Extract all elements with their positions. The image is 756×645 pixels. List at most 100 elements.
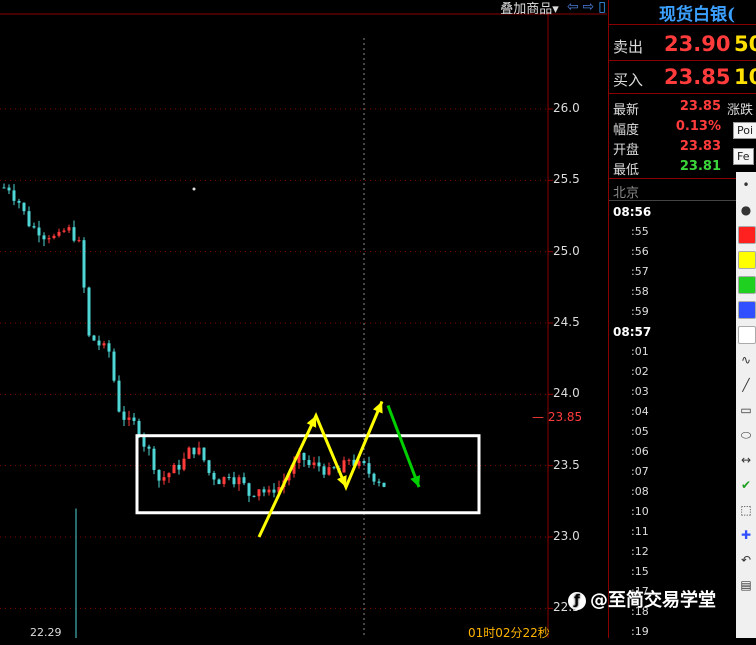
chart-canvas[interactable]: [0, 0, 607, 638]
tick-time: :10: [631, 505, 649, 518]
tick-time: :03: [631, 385, 649, 398]
buy-volume: 10: [734, 65, 756, 89]
x-axis-start-label: 22.29: [30, 626, 62, 639]
sell-row[interactable]: 卖出 23.90 50: [609, 30, 756, 60]
candle-body: [217, 479, 221, 485]
overlay-label: 叠加商品: [500, 1, 553, 17]
panel-toggle-icon[interactable]: ▯: [598, 0, 606, 15]
tick-time: :07: [631, 465, 649, 478]
y-tick-label: 25.0: [553, 243, 580, 258]
current-price-marker: — 23.85: [532, 410, 583, 424]
candle-body: [382, 482, 386, 487]
current-price-value: 23.85: [547, 410, 583, 424]
candle-body: [67, 227, 71, 231]
candle-body: [152, 448, 156, 470]
tick-time: :01: [631, 345, 649, 358]
watermark-logo-icon: ƒ: [568, 592, 586, 610]
stat-label: 最低: [613, 163, 640, 178]
candle-body: [342, 460, 346, 473]
stat-value: 23.83: [679, 139, 721, 154]
candle-body: [157, 469, 161, 481]
tick-time: :55: [631, 225, 649, 238]
overlay-dropdown[interactable]: 叠加商品▾: [496, 0, 563, 17]
candle-body: [377, 481, 381, 483]
tick-time: :08: [631, 485, 649, 498]
tick-row: :03: [631, 385, 751, 405]
tick-time: :11: [631, 525, 649, 538]
stat-row: 最新 23.85 涨跌: [609, 97, 756, 118]
tick-row: :59: [631, 305, 751, 325]
arrow-left-icon[interactable]: ⇦: [567, 0, 579, 15]
sell-label: 卖出: [613, 38, 644, 56]
chart-toolbar: 叠加商品▾ ⇦ ⇨ ▯: [496, 0, 606, 17]
dot-icon[interactable]: ●: [736, 201, 756, 219]
pointer-icon[interactable]: •: [736, 176, 756, 194]
candle-body: [307, 459, 311, 466]
red-swatch[interactable]: [738, 226, 756, 244]
rect-icon[interactable]: ▭: [736, 401, 756, 419]
candle-body: [27, 211, 31, 227]
y-tick-label: 23.5: [553, 457, 580, 472]
candle-body: [77, 240, 81, 242]
line-icon[interactable]: ╱: [736, 376, 756, 394]
candle-body: [232, 477, 236, 485]
buy-row[interactable]: 买入 23.85 10: [609, 63, 756, 93]
watermark-text: @至简交易学堂: [590, 590, 716, 611]
candle-body: [367, 463, 371, 474]
candle-body: [107, 343, 111, 352]
yellow-swatch[interactable]: [738, 251, 756, 269]
tick-time: :06: [631, 445, 649, 458]
candle-body: [332, 467, 336, 469]
buy-label: 买入: [613, 71, 644, 89]
h-arrow-icon[interactable]: ↔: [736, 451, 756, 469]
candle-body: [137, 420, 141, 436]
stat-value: 23.81: [679, 159, 721, 174]
candle-body: [257, 489, 261, 497]
price-chart[interactable]: [0, 0, 607, 638]
sell-volume: 50: [734, 32, 756, 56]
watermark: ƒ @至简交易学堂: [568, 586, 716, 612]
tick-row: :05: [631, 425, 751, 445]
blue-swatch[interactable]: [738, 301, 756, 319]
tick-time: :15: [631, 565, 649, 578]
candle-body: [167, 473, 171, 478]
tick-row: :08: [631, 485, 751, 505]
undo-icon[interactable]: ↶: [736, 551, 756, 569]
tick-row: :06: [631, 445, 751, 465]
down-arrow: [386, 404, 421, 488]
tick-row: :10: [631, 505, 751, 525]
buy-price: 23.85: [664, 65, 731, 89]
candle-body: [267, 489, 271, 493]
green-swatch[interactable]: [738, 276, 756, 294]
y-tick-label: 23.0: [553, 529, 580, 543]
sell-price: 23.90: [664, 32, 731, 56]
white-swatch[interactable]: [738, 326, 756, 344]
candle-body: [182, 458, 186, 470]
candle-body: [82, 240, 86, 288]
plus-icon[interactable]: ✚: [736, 526, 756, 544]
candle-body: [317, 462, 321, 467]
chevron-down-icon: ▾: [552, 1, 559, 17]
curve-icon[interactable]: ∿: [736, 351, 756, 369]
candle-body: [247, 483, 251, 496]
stat-value: 0.13%: [675, 119, 721, 134]
candle-body: [32, 226, 36, 228]
check-icon[interactable]: ✔: [736, 476, 756, 494]
stat-value: 23.85: [679, 99, 721, 114]
arrow-right-icon[interactable]: ⇨: [583, 0, 595, 15]
candle-body: [147, 446, 151, 449]
candle-body: [42, 235, 46, 240]
candle-body: [272, 489, 276, 493]
tick-row: 08:57: [613, 325, 733, 345]
candle-body: [242, 477, 246, 484]
candle-body: [252, 495, 256, 497]
doc-icon[interactable]: ▤: [736, 576, 756, 594]
dashed-rect-icon[interactable]: ⬚: [736, 501, 756, 519]
y-tick-label: 24.0: [553, 386, 580, 401]
tick-row: :58: [631, 285, 751, 305]
ellipse-icon[interactable]: ⬭: [736, 426, 756, 444]
candle-body: [347, 459, 351, 461]
candle-body: [202, 447, 206, 461]
location-label: 北京: [613, 186, 640, 201]
candle-body: [362, 461, 366, 464]
